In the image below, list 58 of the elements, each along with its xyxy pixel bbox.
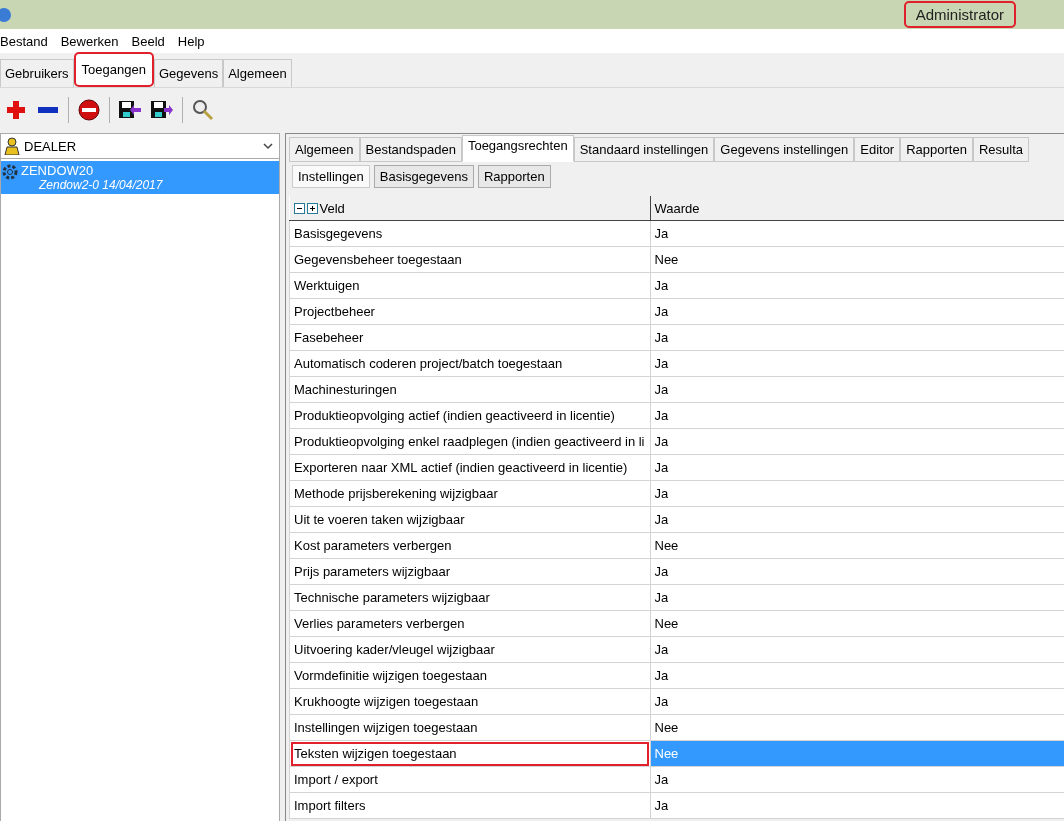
menu-item[interactable]: Help [177,33,214,49]
table-cell: Machinesturingen [289,376,650,403]
tab[interactable]: Standaard instellingen [573,137,715,162]
sub-tab[interactable]: Basisgegevens [373,165,474,188]
table-cell: Instellingen wijzigen toegestaan [289,714,650,741]
table-cell: Basisgegevens [289,220,650,247]
menu-item[interactable]: Beeld [131,33,174,49]
menu-item[interactable]: Bewerken [60,33,128,49]
item-subtitle: Zendow2-0 14/04/2017 [37,178,163,192]
tab[interactable]: Rapporten [900,137,973,162]
user-icon [4,137,20,155]
app-icon [0,6,14,23]
tab[interactable]: Algemeen [223,59,292,87]
tab[interactable]: Toegangsrechten [461,135,574,162]
table-cell: Methode prijsberekening wijzigbaar [289,480,650,507]
table-cell: Uitvoering kader/vleugel wijzigbaar [289,636,650,663]
table-cell: Projectbeheer [289,298,650,325]
table-cell: Teksten wijzigen toegestaan [289,740,650,767]
user-label: Administrator [903,1,1016,28]
table-cell: Vormdefinitie wijzigen toegestaan [289,662,650,689]
table-cell: Import filters [289,792,650,819]
chevron-icon [263,142,273,150]
tab[interactable]: Algemeen [289,137,360,162]
table-cell: Werktuigen [289,272,650,299]
sub-tab[interactable]: Instellingen [292,165,370,188]
collapse-icon[interactable] [293,202,305,214]
add-icon[interactable] [4,98,28,122]
sub-tab[interactable]: Rapporten [477,165,551,188]
table-cell: Fasebeheer [289,324,650,351]
table-cell: Gegevensbeheer toegestaan [289,246,650,273]
tab[interactable]: Gegevens [153,59,224,87]
table-cell: Produktieopvolging actief (indien geactiveerd in licentie) [289,402,650,429]
table-cell: Prijs parameters wijzigbaar [289,558,650,585]
column-header: Waarde [650,196,1064,221]
table-cell: Uit te voeren taken wijzigbaar [289,506,650,533]
tab[interactable]: Resulta [972,137,1029,162]
table-cell: Automatisch coderen project/batch toegestaan [289,350,650,377]
table-cell: Produktieopvolging enkel raadplegen (indien geactiveerd in li [289,428,650,455]
gear-icon [1,163,19,181]
tab[interactable]: Gebruikers [0,59,74,87]
tab[interactable]: Editor [854,137,901,162]
table-cell: Nee [650,740,1064,767]
menu-item[interactable]: Bestand [0,33,57,49]
table-cell: Technische parameters wijzigbaar [289,584,650,611]
tab[interactable]: Gegevens instellingen [714,137,855,162]
column-header: Veld [319,200,345,216]
table-cell: Krukhoogte wijzigen toegestaan [289,688,650,715]
table-cell: Kost parameters verbergen [289,532,650,559]
item-title: ZENDOW20 [21,163,95,178]
table-cell: Exporteren naar XML actief (indien geactiveerd in licentie) [289,454,650,481]
table-cell: Import / export [289,766,650,793]
tab[interactable]: Bestandspaden [359,137,462,162]
table-cell: Verlies parameters verbergen [289,610,650,637]
tab[interactable]: Toegangen [73,52,154,87]
search-icon[interactable] [191,98,215,122]
no-entry-icon[interactable] [77,98,101,122]
profile-dropdown[interactable]: DEALER [1,134,279,159]
expand-icon[interactable] [306,202,318,214]
